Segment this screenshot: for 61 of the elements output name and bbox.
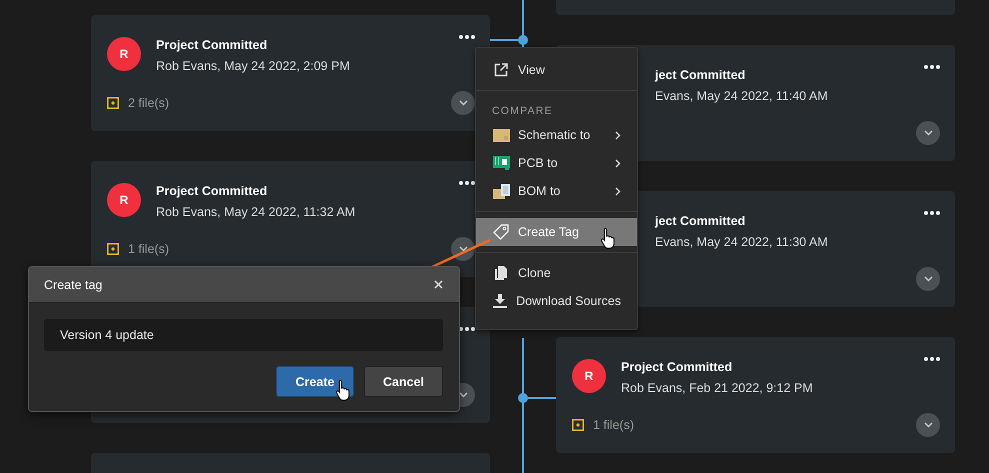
file-icon — [572, 419, 584, 431]
commit-title: Project Committed — [156, 37, 268, 53]
menu-item[interactable]: Download Sources — [476, 287, 637, 315]
chevron-down-icon — [458, 246, 468, 252]
connector-line — [490, 39, 518, 41]
commit-author-date: Rob Evans, May 24 2022, 11:32 AM — [156, 204, 356, 220]
expand-button[interactable] — [451, 91, 475, 115]
close-icon[interactable] — [434, 280, 443, 289]
menu-item[interactable]: PCB to — [476, 149, 637, 177]
menu-item[interactable]: BOM to — [476, 177, 637, 205]
expand-button[interactable] — [916, 413, 940, 437]
tag-icon — [493, 224, 509, 240]
more-icon[interactable] — [459, 181, 475, 185]
bom-icon — [492, 184, 510, 198]
menu-item[interactable]: Schematic to — [476, 121, 637, 149]
tag-name-field[interactable]: Version 4 update — [44, 319, 443, 351]
hand-cursor-icon — [335, 379, 352, 401]
commit-title: ject Committed — [655, 213, 746, 229]
expand-button[interactable] — [916, 121, 940, 145]
more-icon[interactable] — [924, 65, 940, 69]
chevron-down-icon — [458, 392, 468, 398]
chevron-down-icon — [924, 276, 932, 282]
more-icon[interactable] — [924, 357, 940, 361]
avatar: R — [107, 37, 141, 71]
file-count: 1 file(s) — [593, 418, 635, 432]
commit-title: Project Committed — [621, 359, 734, 375]
connector-line — [528, 397, 556, 399]
commit-author-date: Evans, May 24 2022, 11:40 AM — [655, 88, 829, 104]
expand-button[interactable] — [916, 267, 940, 291]
more-icon[interactable] — [924, 211, 940, 215]
file-icon — [107, 97, 119, 109]
hand-cursor-icon — [600, 226, 617, 248]
copy-icon — [495, 266, 507, 280]
avatar: R — [107, 183, 141, 217]
dialog-title: Create tag — [44, 278, 102, 292]
menu-item[interactable]: View — [476, 56, 637, 84]
chevron-down-icon — [458, 100, 468, 106]
cancel-button[interactable]: Cancel — [364, 366, 443, 397]
commit-author-date: Rob Evans, May 24 2022, 2:09 PM — [156, 58, 351, 74]
timeline-dot — [518, 393, 528, 403]
download-icon — [493, 294, 508, 308]
commit-title: ject Committed — [655, 67, 746, 83]
file-count: 1 file(s) — [128, 242, 170, 256]
file-icon — [107, 243, 119, 255]
menu-item[interactable]: Create Tag — [476, 218, 637, 246]
avatar: R — [572, 359, 606, 393]
timeline-line — [522, 0, 524, 47]
menu-section-heading: COMPARE — [491, 104, 554, 119]
menu-item[interactable]: Clone — [476, 259, 637, 287]
commit-author-date: Rob Evans, Feb 21 2022, 9:12 PM — [621, 380, 814, 396]
more-icon[interactable] — [459, 35, 475, 39]
chevron-down-icon — [924, 130, 932, 136]
pcb-icon — [492, 156, 510, 170]
commit-author-date: Evans, May 24 2022, 11:30 AM — [655, 234, 829, 250]
timeline-dot — [518, 35, 528, 45]
chevron-down-icon — [924, 422, 932, 428]
file-count: 2 file(s) — [128, 96, 170, 110]
external-link-icon — [494, 63, 508, 77]
more-icon[interactable] — [459, 327, 475, 331]
commit-title: Project Committed — [156, 183, 268, 199]
schematic-icon — [492, 128, 510, 142]
